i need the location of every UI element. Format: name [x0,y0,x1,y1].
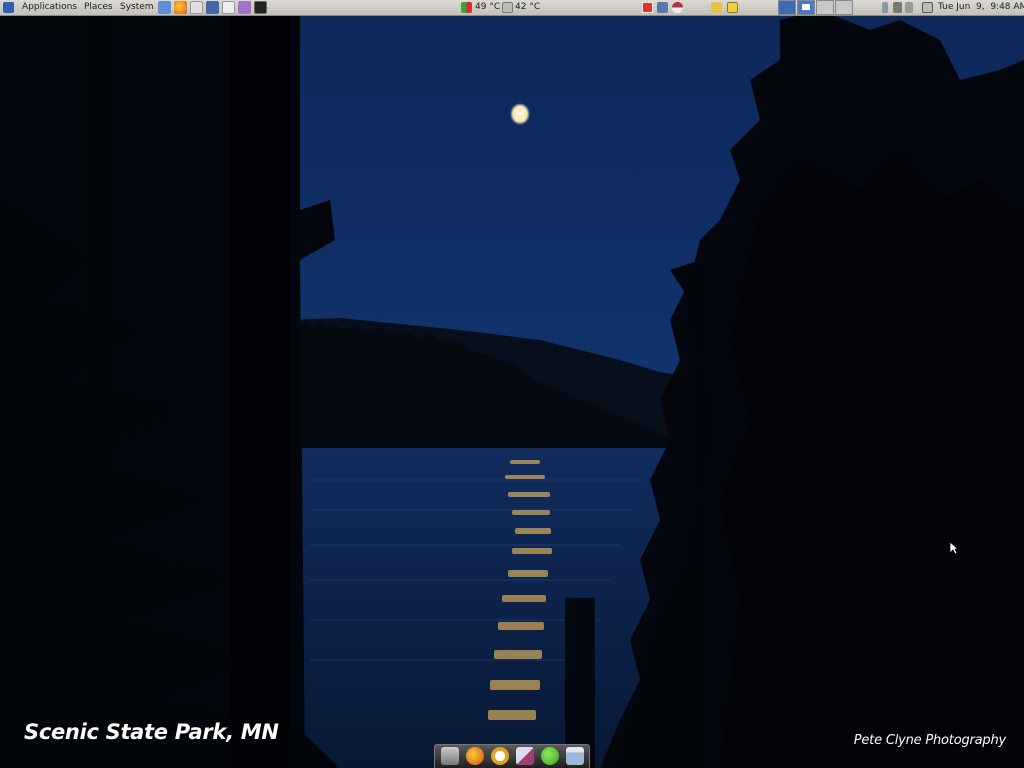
update-icon[interactable] [642,2,653,13]
window-icon[interactable] [566,747,584,765]
workspace-2[interactable] [797,0,815,15]
volume-icon[interactable] [905,2,913,13]
mouse-cursor-icon [949,541,959,555]
dock [434,744,590,768]
media-icon[interactable] [238,1,251,14]
screen-icon[interactable] [922,2,933,13]
moon [510,103,530,125]
menu-places[interactable]: Places [84,0,113,15]
top-panel: Applications Places System 49 °C 42 °C T… [0,0,1024,16]
computer-icon[interactable] [206,1,219,14]
display-icon[interactable] [657,2,668,13]
wallpaper-caption-location: Scenic State Park, MN [24,720,279,744]
terminal-icon[interactable] [254,1,267,14]
workspace-3[interactable] [816,0,834,15]
document-icon[interactable] [222,1,235,14]
box-icon[interactable] [158,1,171,14]
green-dot-icon[interactable] [541,747,559,765]
desktop-wallpaper [0,0,1024,768]
firefox-icon[interactable] [174,1,187,14]
clock-icon[interactable] [491,747,509,765]
disk-temp-icon [502,2,513,13]
image-viewer-icon[interactable] [516,747,534,765]
network-icon[interactable] [190,1,203,14]
power-icon[interactable] [672,2,683,13]
battery-icon[interactable] [882,2,888,13]
menu-applications[interactable]: Applications [22,0,77,15]
wallpaper-caption-credit: Pete Clyne Photography [853,733,1006,748]
main-menu-icon[interactable] [3,2,14,13]
notes-icon[interactable] [727,2,738,13]
drive-icon[interactable] [441,747,459,765]
menu-system[interactable]: System [120,0,154,15]
disk-temperature: 42 °C [515,2,541,12]
folder-icon[interactable] [711,2,722,13]
firefox-icon[interactable] [466,747,484,765]
clock[interactable]: Tue Jun 9, 9:48 AM [938,0,1024,15]
workspace-4[interactable] [835,0,853,15]
workspace-1[interactable] [778,0,796,15]
cpu-temperature: 49 °C [475,2,501,12]
network-status-icon[interactable] [893,2,902,13]
cpu-temp-icon [461,2,472,13]
